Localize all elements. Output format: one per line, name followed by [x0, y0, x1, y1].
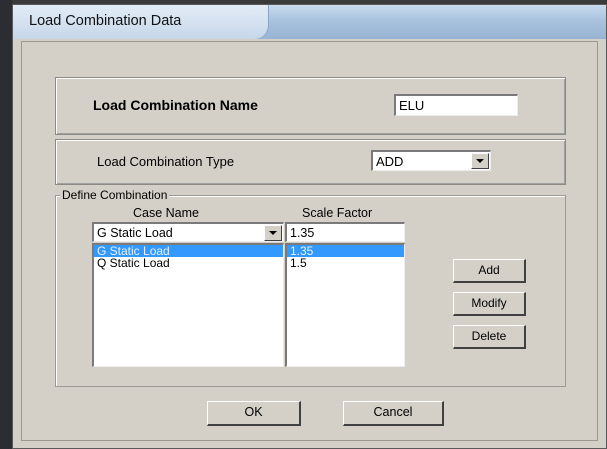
ok-button[interactable]: OK [207, 401, 301, 426]
combination-type-value: ADD [376, 154, 404, 169]
scale-factor-input[interactable]: 1.35 [285, 222, 405, 242]
combination-type-dropdown-button[interactable] [471, 153, 489, 169]
chevron-down-icon [269, 231, 277, 235]
list-item[interactable]: Q Static Load [94, 257, 283, 269]
case-name-select-value: G Static Load [97, 226, 173, 240]
scale-factor-header: Scale Factor [302, 206, 373, 220]
combination-name-panel: Load Combination Name ELU [55, 77, 566, 135]
scale-factor-cell: 1.5 [290, 256, 307, 270]
background-edge [0, 0, 12, 449]
combination-type-select[interactable]: ADD [371, 150, 491, 171]
delete-button[interactable]: Delete [453, 325, 526, 349]
window-title: Load Combination Data [29, 13, 182, 29]
case-name-header: Case Name [133, 206, 199, 220]
define-combination-label: Define Combination [60, 188, 170, 202]
combination-name-input[interactable]: ELU [394, 94, 518, 116]
combination-name-label: Load Combination Name [93, 97, 258, 113]
case-name-list[interactable]: G Static Load Q Static Load [92, 243, 284, 367]
modify-button[interactable]: Modify [453, 292, 526, 316]
chevron-down-icon [476, 159, 484, 163]
cancel-button[interactable]: Cancel [343, 401, 444, 426]
scale-factor-list[interactable]: 1.35 1.5 [285, 243, 405, 367]
list-item[interactable]: 1.5 [287, 257, 404, 269]
case-name-select[interactable]: G Static Load [92, 222, 284, 242]
dialog-window: Load Combination Data Load Combination N… [12, 4, 607, 449]
case-name-dropdown-button[interactable] [264, 225, 282, 241]
combination-type-panel: Load Combination Type ADD [55, 139, 566, 185]
combination-type-label: Load Combination Type [97, 154, 235, 169]
dialog-client-area: Load Combination Name ELU Load Combinati… [21, 41, 598, 441]
title-bar[interactable]: Load Combination Data [13, 5, 606, 39]
case-name-cell: Q Static Load [97, 256, 170, 270]
add-button[interactable]: Add [453, 259, 526, 283]
